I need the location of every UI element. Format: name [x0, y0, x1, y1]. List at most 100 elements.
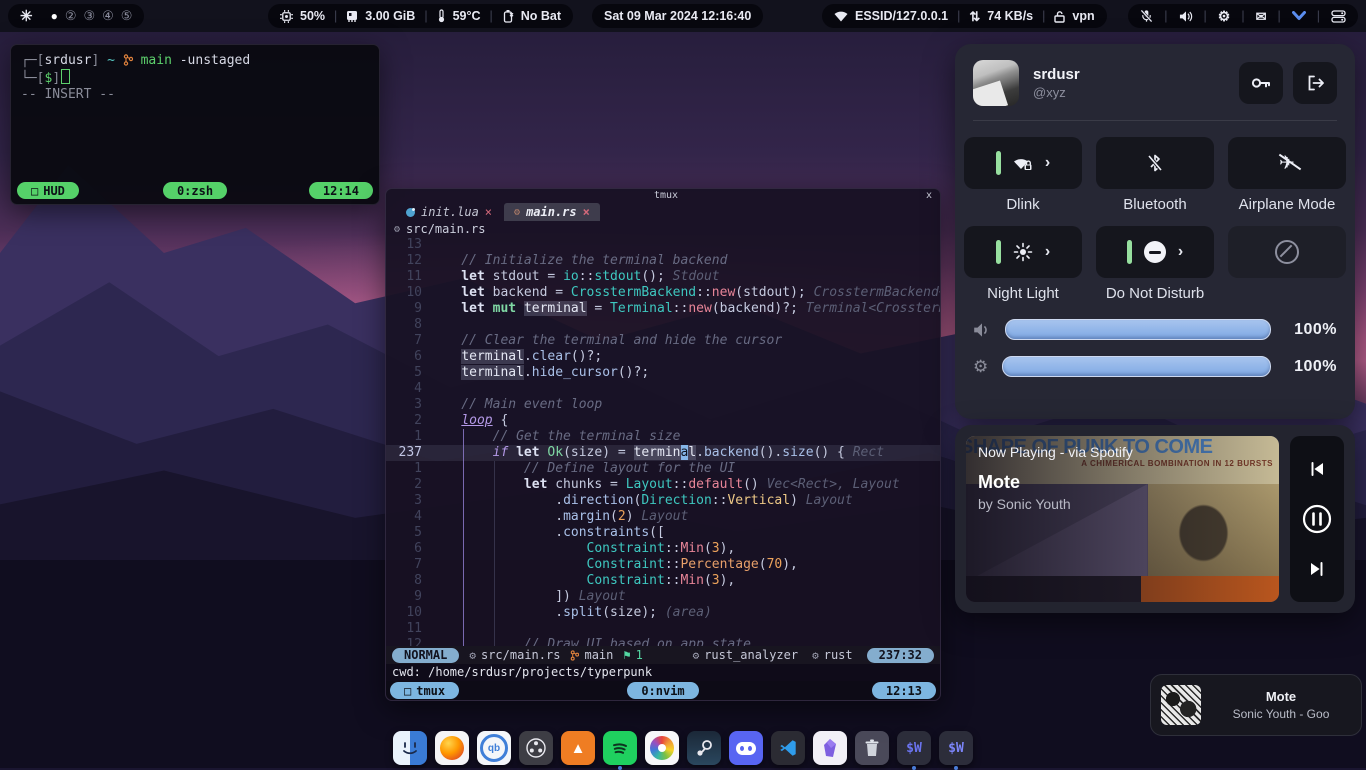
notification-album-art — [1161, 685, 1201, 725]
media-player-card: SHAPE OF PUNK TO COME A CHIMERICAL BOMBI… — [955, 425, 1355, 613]
previous-track-button[interactable] — [1300, 452, 1334, 486]
statusline: NORMAL ⚙src/main.rs main ⚑1 ⚙rust_analyz… — [386, 646, 940, 664]
bluetooth-tile[interactable] — [1096, 137, 1214, 189]
tmux-clock-label: 12:13 — [886, 684, 922, 698]
finder-face-icon — [400, 740, 420, 756]
tmux-clock: 12:14 — [309, 182, 373, 199]
brightness-slider[interactable] — [1002, 356, 1271, 377]
notification-toast[interactable]: Mote Sonic Youth - Goo — [1150, 674, 1362, 736]
settings-gear-icon[interactable]: ⚙ — [1218, 9, 1231, 23]
dock-vscode[interactable] — [771, 731, 805, 765]
tab-main-rs[interactable]: ⚙ main.rs × — [504, 203, 600, 221]
quick-settings-grid: › Dlink Bluetooth ✈ Airplane Mode › — [973, 137, 1337, 301]
diagnostic-count: 1 — [636, 648, 643, 662]
breadcrumb: ⚙ src/main.rs — [386, 221, 940, 237]
mail-icon[interactable]: ✉ — [1256, 10, 1267, 23]
essid-label[interactable]: ESSID/127.0.0.1 — [855, 9, 948, 23]
code-area[interactable]: 1312 // Initialize the terminal backend1… — [386, 237, 940, 646]
tab-close-icon[interactable]: × — [583, 205, 590, 219]
dock-file-manager[interactable] — [393, 731, 427, 765]
breadcrumb-path: src/main.rs — [406, 222, 485, 236]
dock-obs[interactable] — [519, 731, 553, 765]
tmux-window-nvim[interactable]: 0:nvim — [627, 682, 698, 699]
trash-icon — [863, 738, 881, 758]
top-status-bar: ✳ ● ② ③ ④ ⑤ 50% | 3.00 GiB | 59°C | No B… — [0, 0, 1366, 32]
chevron-down-icon[interactable] — [1292, 11, 1306, 21]
prompt-open: ┌─[ — [21, 53, 44, 68]
prompt-branch: main — [141, 53, 172, 68]
dock-photos[interactable] — [645, 731, 679, 765]
tab-init-lua[interactable]: init.lua × — [396, 203, 502, 221]
logout-icon — [1307, 75, 1324, 91]
tmux-session-tmux[interactable]: □tmux — [390, 682, 459, 699]
lsp-name: rust_analyzer — [704, 648, 798, 662]
wifi-tile[interactable]: › — [964, 137, 1082, 189]
terminal-window[interactable]: ┌─[srdusr] ~ main -unstaged └─[$] -- INS… — [10, 44, 380, 205]
tab-label: main.rs — [526, 205, 577, 219]
dock-qbittorrent[interactable]: qb — [477, 731, 511, 765]
track-artist: by Sonic Youth — [978, 496, 1071, 512]
night-light-tile[interactable]: › — [964, 226, 1082, 278]
prompt-path: ~ — [107, 53, 115, 68]
next-track-button[interactable] — [1300, 552, 1334, 586]
notification-subtitle: Sonic Youth - Goo — [1211, 707, 1351, 721]
dock-obsidian[interactable] — [813, 731, 847, 765]
firefox-icon — [440, 736, 464, 760]
rust-file-icon: ⚙ — [514, 207, 520, 218]
blocked-tile[interactable] — [1228, 226, 1346, 278]
tab-close-icon[interactable]: × — [485, 205, 492, 219]
album-art: SHAPE OF PUNK TO COME A CHIMERICAL BOMBI… — [966, 436, 1279, 602]
launcher-logo-icon[interactable]: ✳ — [20, 9, 33, 24]
pause-button[interactable] — [1300, 502, 1334, 536]
airplane-mode-tile[interactable]: ✈ — [1228, 137, 1346, 189]
running-indicator — [954, 766, 958, 770]
volume-slider[interactable] — [1005, 319, 1271, 340]
logout-button[interactable] — [1293, 62, 1337, 104]
window-close-button[interactable]: x — [926, 190, 932, 201]
dock-discord[interactable] — [729, 731, 763, 765]
dock-steam[interactable] — [687, 731, 721, 765]
next-icon — [1308, 560, 1326, 578]
workspace-4[interactable]: ④ — [102, 8, 114, 24]
workspace-2[interactable]: ② — [65, 8, 77, 24]
active-indicator — [1127, 240, 1132, 264]
chevron-right-icon[interactable]: › — [1045, 154, 1050, 172]
prompt-status: -unstaged — [180, 53, 250, 68]
dock-firefox[interactable] — [435, 731, 469, 765]
active-indicator — [996, 151, 1001, 175]
editor-tabline: init.lua × ⚙ main.rs × — [386, 202, 940, 221]
dock-wallet-2[interactable]: $W — [939, 731, 973, 765]
vpn-label[interactable]: vpn — [1072, 9, 1094, 23]
tray-stack-icon[interactable] — [1331, 10, 1346, 23]
lock-keys-button[interactable] — [1239, 62, 1283, 104]
mode-indicator: NORMAL — [392, 648, 459, 663]
workspace-5[interactable]: ⑤ — [121, 8, 133, 24]
chevron-right-icon[interactable]: › — [1045, 243, 1050, 261]
window-square-icon: □ — [31, 184, 38, 198]
running-indicator — [912, 766, 916, 770]
speaker-icon[interactable] — [1179, 10, 1193, 23]
wallet-label: $W — [948, 741, 964, 756]
dock-trash[interactable] — [855, 731, 889, 765]
do-not-disturb-tile[interactable]: › — [1096, 226, 1214, 278]
editor-window[interactable]: tmux x init.lua × ⚙ main.rs × ⚙ src/main… — [385, 188, 941, 701]
rust-file-icon: ⚙ — [394, 224, 400, 235]
tmux-session-hud[interactable]: □HUD — [17, 182, 79, 199]
dnd-tile-label: Do Not Disturb — [1106, 285, 1204, 301]
tmux-window-zsh[interactable]: 0:zsh — [163, 182, 227, 199]
chevron-right-icon[interactable]: › — [1178, 243, 1183, 261]
git-branch-icon — [123, 54, 133, 66]
dock-wallet-1[interactable]: $W — [897, 731, 931, 765]
editor-titlebar: tmux x — [386, 189, 940, 202]
previous-icon — [1308, 460, 1326, 478]
discord-icon — [736, 742, 756, 755]
bluetooth-off-icon — [1147, 153, 1163, 173]
workspace-3[interactable]: ③ — [83, 8, 95, 24]
dock-vlc[interactable]: ▲ — [561, 731, 595, 765]
clock-pill[interactable]: Sat 09 Mar 2024 12:16:40 — [592, 4, 763, 28]
control-center-panel: srdusr @xyz › Dlink Bluetooth — [955, 44, 1355, 419]
workspace-1-active[interactable]: ● — [51, 9, 58, 23]
microphone-muted-icon[interactable] — [1140, 9, 1153, 23]
vi-mode-indicator: -- INSERT -- — [21, 87, 115, 102]
dock-spotify[interactable] — [603, 731, 637, 765]
